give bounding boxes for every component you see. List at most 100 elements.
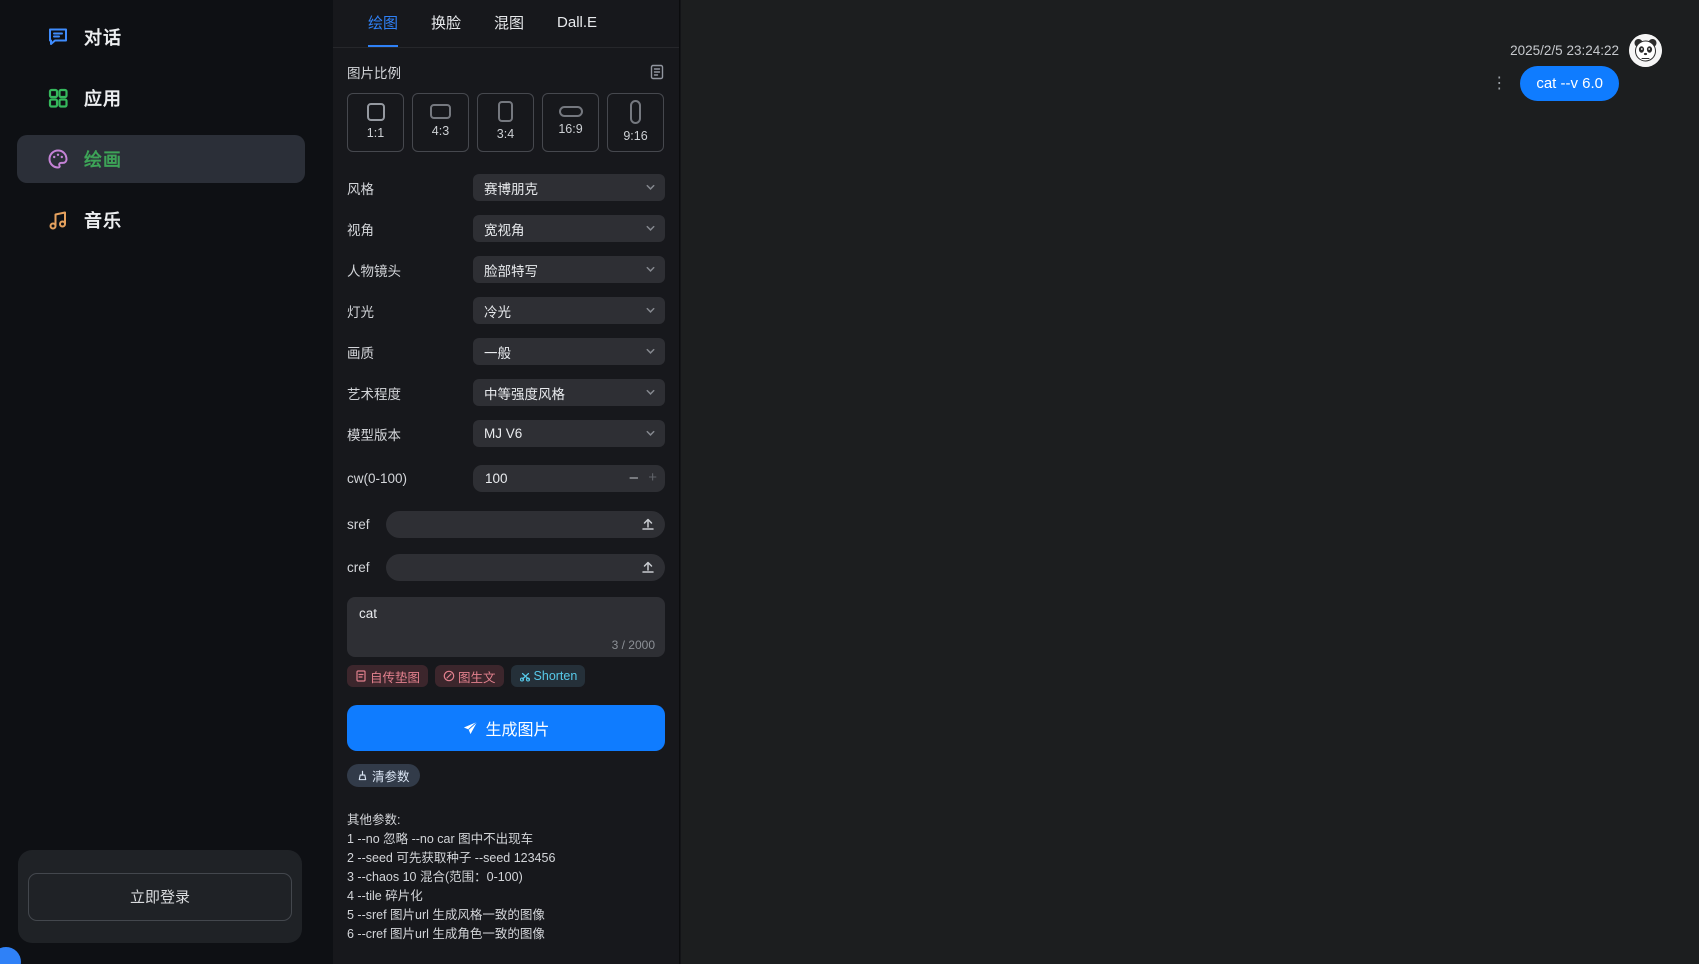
wide-shape-icon bbox=[559, 106, 583, 117]
view-angle-select-value: 宽视角 bbox=[484, 219, 525, 239]
chevron-down-icon bbox=[644, 181, 657, 194]
character-shot-label: 人物镜头 bbox=[347, 260, 473, 280]
ratio-16-9[interactable]: 16:9 bbox=[542, 93, 599, 152]
artistry-select[interactable]: 中等强度风格 bbox=[473, 379, 665, 406]
other-params-tips: 其他参数: 1 --no 忽略 --no car 图中不出现车 2 --seed… bbox=[347, 811, 665, 944]
options-panel: 绘图 换脸 混图 Dall.E 图片比例 1:1 4:3 3:4 bbox=[333, 0, 680, 964]
sidebar-item-label: 对话 bbox=[84, 24, 122, 50]
upload-icon[interactable] bbox=[640, 559, 656, 575]
ratio-3-4[interactable]: 3:4 bbox=[477, 93, 534, 152]
quality-select-value: 一般 bbox=[484, 342, 511, 362]
chevron-down-icon bbox=[644, 222, 657, 235]
sidebar: 对话 应用 绘画 音乐 立即登录 bbox=[0, 0, 333, 964]
tip-line: 3 --chaos 10 混合(范围：0-100) bbox=[347, 868, 665, 887]
sref-input[interactable] bbox=[386, 511, 665, 538]
chat-area: 2025/2/5 23:24:22 ⋮ cat --v 6.0 bbox=[681, 0, 1699, 964]
prompt-text: cat bbox=[359, 606, 377, 621]
view-angle-select[interactable]: 宽视角 bbox=[473, 215, 665, 242]
scissors-icon bbox=[519, 670, 531, 682]
portrait-shape-icon bbox=[498, 101, 513, 122]
login-button[interactable]: 立即登录 bbox=[28, 873, 292, 921]
cref-label: cref bbox=[347, 560, 386, 575]
tab-blend[interactable]: 混图 bbox=[494, 0, 524, 47]
tip-line: 6 --cref 图片url 生成角色一致的图像 bbox=[347, 925, 665, 944]
chevron-down-icon bbox=[644, 304, 657, 317]
tip-line: 2 --seed 可先获取种子 --seed 123456 bbox=[347, 849, 665, 868]
sref-label: sref bbox=[347, 517, 386, 532]
tab-dalle[interactable]: Dall.E bbox=[557, 0, 597, 47]
artistry-select-value: 中等强度风格 bbox=[484, 383, 565, 403]
minus-stepper-button[interactable]: – bbox=[630, 469, 638, 486]
lighting-select[interactable]: 冷光 bbox=[473, 297, 665, 324]
ratio-4-3[interactable]: 4:3 bbox=[412, 93, 469, 152]
broom-icon bbox=[357, 770, 368, 781]
prompt-textarea[interactable]: cat 3 / 2000 bbox=[347, 597, 665, 657]
ratio-section-label: 图片比例 bbox=[347, 62, 401, 82]
chevron-down-icon bbox=[644, 386, 657, 399]
shorten-tag[interactable]: Shorten bbox=[511, 665, 586, 687]
send-icon bbox=[462, 720, 479, 737]
landscape-shape-icon bbox=[430, 104, 451, 119]
document-icon bbox=[355, 670, 367, 682]
ratio-1-1[interactable]: 1:1 bbox=[347, 93, 404, 152]
message-timestamp: 2025/2/5 23:24:22 bbox=[1510, 43, 1619, 58]
tip-line: 1 --no 忽略 --no car 图中不出现车 bbox=[347, 830, 665, 849]
palette-icon bbox=[47, 148, 69, 170]
tab-faceswap[interactable]: 换脸 bbox=[431, 0, 461, 47]
panda-avatar-icon bbox=[1629, 34, 1662, 67]
cref-input[interactable] bbox=[386, 554, 665, 581]
chat-bubble-icon bbox=[47, 26, 69, 48]
plus-stepper-button[interactable]: + bbox=[648, 469, 657, 486]
music-note-icon bbox=[47, 209, 69, 231]
style-select-value: 赛博朋克 bbox=[484, 178, 538, 198]
lighting-select-value: 冷光 bbox=[484, 301, 511, 321]
tip-line: 5 --sref 图片url 生成风格一致的图像 bbox=[347, 906, 665, 925]
artistry-label: 艺术程度 bbox=[347, 383, 473, 403]
feature-tags: 自传垫图 图生文 Shorten bbox=[347, 665, 665, 687]
cw-input[interactable]: 100 – + bbox=[473, 465, 665, 492]
sidebar-item-label: 音乐 bbox=[84, 207, 122, 233]
ratio-9-16[interactable]: 9:16 bbox=[607, 93, 664, 152]
char-counter: 3 / 2000 bbox=[612, 638, 655, 652]
clear-params-tag[interactable]: 清参数 bbox=[347, 764, 420, 787]
upload-base-image-tag[interactable]: 自传垫图 bbox=[347, 665, 428, 687]
image-to-text-tag[interactable]: 图生文 bbox=[435, 665, 504, 687]
tall-shape-icon bbox=[630, 100, 641, 124]
message-menu-icon[interactable]: ⋮ bbox=[1491, 76, 1507, 92]
sidebar-item-music[interactable]: 音乐 bbox=[17, 196, 305, 244]
sidebar-item-apps[interactable]: 应用 bbox=[17, 74, 305, 122]
tab-draw[interactable]: 绘图 bbox=[368, 0, 398, 47]
upload-icon[interactable] bbox=[640, 516, 656, 532]
sidebar-item-chat[interactable]: 对话 bbox=[17, 13, 305, 61]
sidebar-item-label: 绘画 bbox=[84, 146, 122, 172]
avatar bbox=[1629, 34, 1662, 67]
view-angle-label: 视角 bbox=[347, 219, 473, 239]
panel-tabbar: 绘图 换脸 混图 Dall.E bbox=[333, 0, 679, 48]
pencil-circle-icon bbox=[443, 670, 455, 682]
sidebar-item-label: 应用 bbox=[84, 85, 122, 111]
apps-grid-icon bbox=[47, 87, 69, 109]
chevron-down-icon bbox=[644, 427, 657, 440]
tip-line: 4 --tile 碎片化 bbox=[347, 887, 665, 906]
ratio-button-group: 1:1 4:3 3:4 16:9 9:16 bbox=[347, 93, 665, 152]
cw-label: cw(0-100) bbox=[347, 471, 473, 486]
character-shot-select[interactable]: 脸部特写 bbox=[473, 256, 665, 283]
chevron-down-icon bbox=[644, 345, 657, 358]
floating-helper-button[interactable] bbox=[0, 947, 21, 964]
sidebar-item-draw[interactable]: 绘画 bbox=[17, 135, 305, 183]
quality-label: 画质 bbox=[347, 342, 473, 362]
login-card: 立即登录 bbox=[18, 850, 302, 943]
style-select[interactable]: 赛博朋克 bbox=[473, 174, 665, 201]
square-shape-icon bbox=[367, 103, 385, 121]
style-label: 风格 bbox=[347, 178, 473, 198]
chevron-down-icon bbox=[644, 263, 657, 276]
tips-title: 其他参数: bbox=[347, 811, 665, 830]
lighting-label: 灯光 bbox=[347, 301, 473, 321]
character-shot-select-value: 脸部特写 bbox=[484, 260, 538, 280]
template-icon[interactable] bbox=[649, 64, 665, 80]
generate-image-button[interactable]: 生成图片 bbox=[347, 705, 665, 751]
quality-select[interactable]: 一般 bbox=[473, 338, 665, 365]
model-version-select-value: MJ V6 bbox=[484, 426, 522, 441]
user-message-bubble[interactable]: cat --v 6.0 bbox=[1520, 66, 1619, 101]
model-version-select[interactable]: MJ V6 bbox=[473, 420, 665, 447]
